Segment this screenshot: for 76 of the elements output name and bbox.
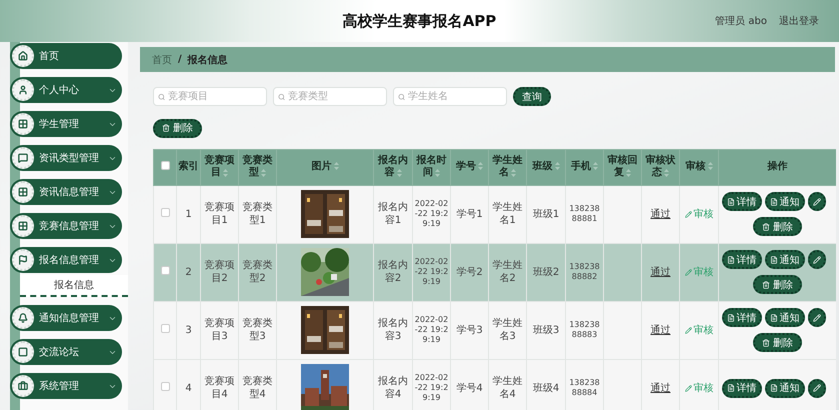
sidebar-subitem[interactable]: 报名信息 (20, 275, 128, 297)
table-cell: 13823888882 (566, 243, 604, 302)
notify-button[interactable]: 通知 (764, 192, 804, 212)
detail-button[interactable]: 详情 (722, 378, 762, 398)
sidebar-item[interactable]: 通知信息管理 (10, 305, 122, 331)
sidebar-item[interactable]: 学生管理 (10, 111, 122, 137)
breadcrumb-link[interactable]: 报名信息 (188, 52, 228, 67)
table-cell: 通过 (642, 243, 680, 302)
column-header: 索引 (176, 149, 200, 186)
column-header[interactable]: 审核回复 (604, 149, 642, 186)
sidebar-item[interactable]: 首页 (10, 43, 122, 69)
detail-button[interactable]: 详情 (722, 308, 762, 328)
table-cell: 通过 (642, 185, 680, 244)
table-cell: 竞赛类型3 (238, 301, 276, 360)
table-cell: 竞赛项目2 (200, 243, 238, 302)
table-cell: 班级3 (526, 301, 566, 360)
column-header[interactable]: 班级 (526, 149, 566, 186)
column-header[interactable]: 报名内容 (374, 149, 412, 186)
detail-button[interactable]: 详情 (722, 192, 762, 212)
column-header[interactable]: 审核状态 (642, 149, 680, 186)
search-button[interactable]: 查询 (513, 87, 551, 106)
delete-button[interactable]: 删除 (753, 333, 802, 352)
table-cell: 学生姓名1 (488, 185, 526, 244)
search-field[interactable]: 学生姓名 (393, 87, 507, 106)
user-label: 管理员 abo (715, 15, 767, 28)
column-header[interactable]: 学号 (450, 149, 488, 186)
table-cell: 通过 (642, 301, 680, 360)
sidebar-item[interactable]: 系统管理 (10, 373, 122, 399)
sidebar-item[interactable]: 报名信息管理 (10, 247, 122, 273)
notify-button[interactable]: 通知 (764, 378, 804, 398)
table-cell: 竞赛类型2 (238, 243, 276, 302)
table-cell: 学生姓名2 (488, 243, 526, 302)
detail-button[interactable]: 详情 (722, 250, 762, 270)
sidebar-item[interactable]: 交流论坛 (10, 339, 122, 365)
table-cell: 学号2 (450, 243, 488, 302)
column-header[interactable]: 审核 (680, 149, 718, 186)
sidebar-item[interactable]: 个人中心 (10, 77, 122, 103)
app-title: 高校学生赛事报名APP (342, 12, 496, 30)
column-header[interactable]: 竞赛项目 (200, 149, 238, 186)
search-input[interactable]: 学生姓名 (408, 91, 502, 102)
column-header[interactable]: 图片 (276, 149, 374, 186)
column-header[interactable]: 报名时间 (412, 149, 450, 186)
table-cell: 班级1 (526, 185, 566, 244)
notify-button[interactable]: 通知 (764, 308, 804, 328)
table-cell: 2022-02-22 19:29:19 (412, 185, 450, 244)
table-cell: 报名内容2 (374, 243, 412, 302)
table-cell: 报名内容3 (374, 301, 412, 360)
table-cell: 2 (176, 243, 200, 302)
table-cell: 报名内容1 (374, 185, 412, 244)
delete-button[interactable]: 删除 (753, 275, 802, 294)
notify-button[interactable]: 通知 (764, 250, 804, 270)
sidebar-item[interactable]: 竞赛信息管理 (10, 213, 122, 239)
delete-button[interactable]: 删除 (753, 217, 802, 236)
column-header[interactable]: 学生姓名 (488, 149, 526, 186)
table-cell: 13823888883 (566, 301, 604, 360)
table-cell: 3 (176, 301, 200, 360)
column-header[interactable]: 竞赛类型 (238, 149, 276, 186)
table-cell: 2022-02-22 19:29:19 (412, 243, 450, 302)
delete-button[interactable]: 删除 (153, 118, 202, 138)
table-cell: 13823888881 (566, 185, 604, 244)
table-cell: 2022-02-22 19:29:19 (412, 359, 450, 410)
logout-link[interactable]: 退出登录 (779, 14, 819, 28)
table-cell: 班级2 (526, 243, 566, 302)
table-cell: 学号3 (450, 301, 488, 360)
table-cell: 1 (176, 185, 200, 244)
table-cell: 2022-02-22 19:29:19 (412, 301, 450, 360)
table-cell: 竞赛项目1 (200, 185, 238, 244)
table-cell: 学号1 (450, 185, 488, 244)
column-header: 操作 (718, 149, 836, 186)
table-cell: 竞赛类型1 (238, 185, 276, 244)
breadcrumb-separator: / (178, 54, 182, 66)
sidebar-item[interactable]: 资讯信息管理 (10, 179, 122, 205)
table-cell: 竞赛项目3 (200, 301, 238, 360)
table-cell: 学生姓名3 (488, 301, 526, 360)
sidebar-item[interactable]: 资讯类型管理 (10, 145, 122, 171)
column-header[interactable]: 手机 (566, 149, 604, 186)
